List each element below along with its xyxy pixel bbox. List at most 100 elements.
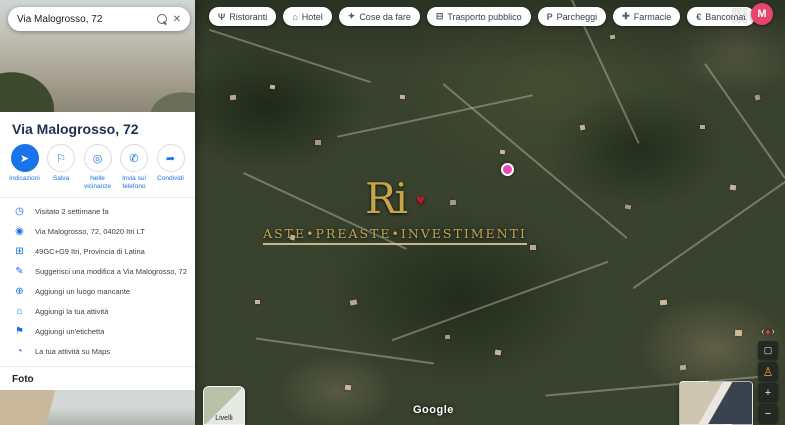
apps-grid-dot: [733, 14, 735, 16]
map-house: [450, 200, 456, 206]
map-road: [704, 63, 785, 179]
place-photo-thumbnail[interactable]: [0, 390, 195, 425]
save-button[interactable]: ⚐ Salva: [44, 144, 79, 191]
chip-hotels[interactable]: ⌂ Hotel: [283, 7, 331, 26]
close-icon[interactable]: ✕: [173, 14, 181, 25]
category-chip-bar: Ψ Ristoranti ⌂ Hotel ✦Cose da fare ⊟Trasporto…: [209, 7, 755, 26]
map-house: [445, 335, 450, 339]
chip-transit[interactable]: ⊟Trasporto pubblico: [427, 7, 531, 26]
nearby-button[interactable]: ◎Nelle vicinanze: [80, 144, 115, 191]
history-icon: ◷: [13, 206, 26, 217]
map-house: [660, 300, 667, 306]
heart-icon: ♥: [416, 192, 425, 209]
detail-add-business[interactable]: ⌂ Aggiungi la tua attività: [0, 302, 195, 322]
rotate-right-icon: [772, 326, 775, 336]
apps-grid-dot: [744, 9, 746, 11]
add-place-icon: ⊕: [13, 286, 26, 297]
hotel-icon: ⌂: [292, 12, 297, 22]
send-to-phone-button[interactable]: ✆Invia sul telefono: [117, 144, 152, 191]
restaurant-icon: Ψ: [218, 12, 225, 22]
map-house: [345, 385, 351, 391]
bookmark-icon: ⚐: [47, 144, 75, 172]
detail-visit-history[interactable]: ◷Visitato 2 settimane fa: [0, 202, 195, 222]
search-icon[interactable]: [157, 14, 167, 24]
apps-grid-dot: [738, 9, 740, 11]
map-house: [255, 300, 260, 304]
avatar[interactable]: M: [751, 3, 773, 25]
map-house: [270, 85, 276, 90]
map-road: [633, 173, 785, 289]
chip-label: Farmacie: [634, 12, 672, 22]
apps-grid-dot: [744, 14, 746, 16]
map-house: [700, 125, 705, 129]
detail-text: Aggiungi un luogo mancante: [35, 287, 130, 296]
detail-add-missing-place[interactable]: ⊕ Aggiungi un luogo mancante: [0, 282, 195, 302]
atm-icon: €: [696, 12, 701, 22]
detail-text: 49GC+G9 Itri, Provincia di Latina: [35, 247, 145, 256]
place-pin-icon: ◉: [13, 226, 26, 237]
chip-pharmacies[interactable]: ✚ Farmacie: [613, 7, 680, 26]
photos-heading: Foto: [0, 366, 195, 390]
map-road: [243, 172, 407, 250]
map-marker[interactable]: [501, 163, 514, 176]
detail-address[interactable]: ◉ Via Malogrosso, 72, 04020 Itri LT: [0, 222, 195, 242]
attraction-icon: ✦: [348, 11, 356, 22]
map-house: [735, 330, 742, 336]
apps-grid-dot: [738, 20, 740, 22]
detail-text: Via Malogrosso, 72, 04020 Itri LT: [35, 227, 145, 236]
layers-tile[interactable]: Livelli: [203, 386, 245, 425]
action-label: Indicazioni: [9, 175, 40, 183]
map-house: [680, 365, 687, 371]
detail-text: Aggiungi la tua attività: [35, 307, 108, 316]
detail-text: Suggerisci una modifica a Via Malogrosso…: [35, 267, 187, 276]
compass-icon[interactable]: [761, 323, 774, 339]
tilt-button[interactable]: [758, 341, 778, 360]
page-title: Via Malogrosso, 72: [0, 112, 195, 140]
directions-button[interactable]: ➤Indicazioni: [7, 144, 42, 191]
map-house: [754, 94, 760, 100]
layers-label: Livelli: [215, 415, 233, 424]
detail-plus-code[interactable]: ⊞49GC+G9 Itri, Provincia di Latina: [0, 242, 195, 262]
zoom-in-button[interactable]: +: [758, 383, 778, 402]
chip-parking[interactable]: PParcheggi: [538, 7, 607, 26]
map-road: [337, 94, 533, 138]
apps-grid-dot: [744, 20, 746, 22]
apps-grid-dot: [733, 9, 735, 11]
parking-icon: P: [547, 12, 553, 22]
activity-icon: ◔: [13, 346, 26, 357]
chip-label: Trasporto pubblico: [447, 12, 521, 22]
compass-needle-icon: [765, 326, 770, 336]
place-details: ◷Visitato 2 settimane fa ◉ Via Malogrosso,…: [0, 197, 195, 362]
map-house: [315, 140, 321, 145]
search-input[interactable]: Via Malogrosso, 72: [17, 14, 151, 25]
street-view-thumbnail[interactable]: [679, 381, 753, 425]
zoom-out-button[interactable]: −: [758, 404, 778, 423]
chip-things-to-do[interactable]: ✦Cose da fare: [339, 7, 420, 26]
detail-add-label[interactable]: ⚑Aggiungi un'etichetta: [0, 322, 195, 342]
chip-restaurants[interactable]: Ψ Ristoranti: [209, 7, 276, 26]
chip-label: Cose da fare: [359, 12, 411, 22]
map-road: [392, 261, 609, 342]
detail-maps-activity[interactable]: ◔ La tua attività su Maps: [0, 342, 195, 362]
action-label: Invia sul telefono: [117, 175, 152, 191]
agency-monogram-logo: Ri: [365, 174, 406, 223]
pegman-button[interactable]: [758, 362, 778, 381]
chip-label: Ristoranti: [229, 12, 267, 22]
pencil-icon: ✎: [13, 266, 26, 277]
apps-grid-dot: [738, 14, 740, 16]
google-apps-icon[interactable]: [733, 9, 747, 23]
action-label: Condividi: [157, 175, 184, 183]
share-button[interactable]: ➦Condividi: [153, 144, 188, 191]
search-nearby-icon: ◎: [84, 144, 112, 172]
action-label: Salva: [53, 175, 69, 183]
map-canvas[interactable]: Ψ Ristoranti ⌂ Hotel ✦Cose da fare ⊟Trasporto…: [195, 0, 785, 425]
pharmacy-icon: ✚: [622, 11, 630, 22]
map-controls: + −: [757, 323, 779, 423]
chip-label: Hotel: [302, 12, 323, 22]
detail-suggest-edit[interactable]: ✎ Suggerisci una modifica a Via Malogross…: [0, 262, 195, 282]
map-house: [289, 234, 295, 240]
search-bar[interactable]: Via Malogrosso, 72 ✕: [8, 7, 190, 31]
action-buttons: ➤Indicazioni⚐ Salva ◎Nelle vicinanze✆Invia…: [0, 140, 195, 197]
detail-text: La tua attività su Maps: [35, 347, 110, 356]
storefront-icon: ⌂: [13, 306, 26, 317]
